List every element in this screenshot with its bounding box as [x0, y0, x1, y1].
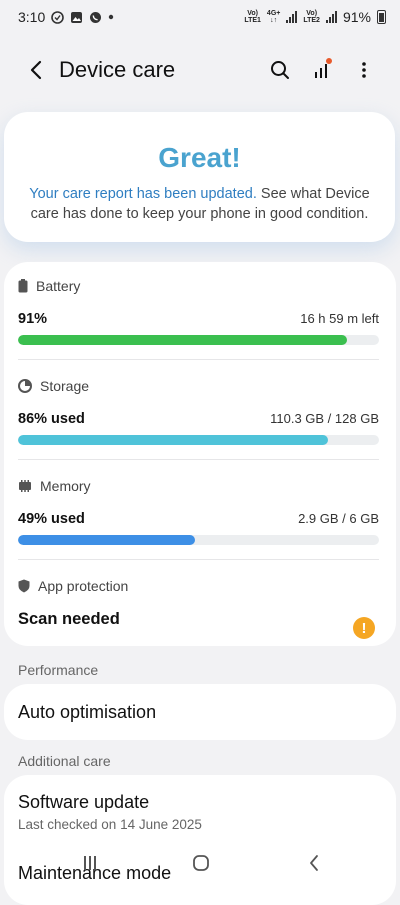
care-report-link[interactable]: Your care report has been updated. — [29, 186, 257, 202]
sync-notification-icon — [51, 10, 65, 24]
warning-icon: ! — [353, 617, 375, 639]
storage-label: Storage — [40, 378, 90, 394]
sim1-signal-icon — [286, 11, 298, 23]
gallery-notification-icon — [71, 11, 83, 23]
storage-value: 86% used — [18, 411, 85, 427]
sim2-volte-indicator: Vo) LTE2 — [303, 10, 320, 24]
diagnostics-button[interactable] — [308, 56, 336, 84]
care-status-title: Great! — [158, 142, 241, 173]
additional-care-section-label: Additional care — [18, 753, 111, 769]
software-update-label: Software update — [18, 792, 150, 812]
back-arrow-icon — [30, 60, 42, 80]
app-protection-status: Scan needed — [18, 610, 120, 628]
shield-icon — [18, 579, 30, 593]
more-options-button[interactable] — [350, 56, 378, 84]
memory-section[interactable]: Memory 49% used 2.9 GB / 6 GB — [18, 478, 379, 545]
network-type-indicator: 4G+ ↓↑ — [266, 10, 281, 24]
system-navigation-bar — [0, 840, 400, 888]
auto-optimisation-item[interactable]: Auto optimisation — [4, 684, 396, 740]
system-back-button[interactable] — [294, 848, 334, 878]
search-button[interactable] — [266, 56, 294, 84]
divider — [18, 559, 379, 560]
battery-value: 91% — [18, 311, 48, 327]
whatsapp-notification-icon — [90, 11, 102, 23]
battery-section[interactable]: Battery 91% 16 h 59 m left — [18, 278, 379, 345]
battery-icon — [377, 10, 386, 24]
notification-badge — [326, 58, 332, 64]
battery-label: Battery — [36, 278, 81, 294]
divider — [18, 359, 379, 360]
status-bar: 3:10 Vo) LTE1 4G+ ↓↑ Vo) LTE2 91% — [0, 0, 400, 34]
recent-apps-icon — [84, 856, 96, 870]
home-button[interactable] — [181, 848, 221, 878]
memory-chip-icon — [19, 480, 31, 492]
back-button[interactable] — [22, 56, 50, 84]
care-report-card[interactable]: Great! Your care report has been updated… — [4, 112, 395, 242]
storage-pie-icon — [18, 379, 32, 393]
app-protection-label: App protection — [38, 578, 129, 594]
system-back-icon — [310, 855, 318, 871]
app-bar: Device care — [0, 50, 400, 90]
storage-progress-track — [18, 435, 379, 445]
home-icon — [193, 855, 209, 871]
storage-detail: 110.3 GB / 128 GB — [270, 411, 379, 426]
memory-progress-track — [18, 535, 379, 545]
page-title: Device care — [59, 57, 176, 82]
status-time: 3:10 — [18, 9, 46, 25]
search-icon — [271, 61, 289, 79]
battery-time-left: 16 h 59 m left — [300, 311, 379, 326]
more-notifications-dot-icon — [109, 14, 114, 20]
app-protection-section[interactable]: App protection Scan needed ! — [18, 578, 379, 639]
memory-label: Memory — [40, 478, 91, 494]
recent-apps-button[interactable] — [70, 848, 110, 878]
software-update-last-checked: Last checked on 14 June 2025 — [18, 817, 202, 832]
storage-progress-fill — [18, 435, 329, 445]
sim2-signal-icon — [325, 11, 337, 23]
memory-detail: 2.9 GB / 6 GB — [298, 511, 379, 526]
divider — [18, 459, 379, 460]
battery-progress-track — [18, 335, 379, 345]
auto-optimisation-label: Auto optimisation — [18, 702, 157, 722]
more-vertical-icon — [362, 62, 366, 78]
storage-section[interactable]: Storage 86% used 110.3 GB / 128 GB — [18, 378, 379, 445]
care-report-description: Your care report has been updated. See w… — [29, 186, 370, 222]
performance-section-label: Performance — [18, 662, 99, 678]
sim1-volte-indicator: Vo) LTE1 — [244, 10, 261, 24]
battery-percent: 91% — [342, 9, 371, 25]
device-status-card: Battery 91% 16 h 59 m left Storage 86% u… — [4, 262, 396, 646]
battery-icon — [18, 279, 28, 293]
memory-value: 49% used — [18, 511, 85, 527]
battery-progress-fill — [18, 335, 347, 345]
memory-progress-fill — [18, 535, 195, 545]
